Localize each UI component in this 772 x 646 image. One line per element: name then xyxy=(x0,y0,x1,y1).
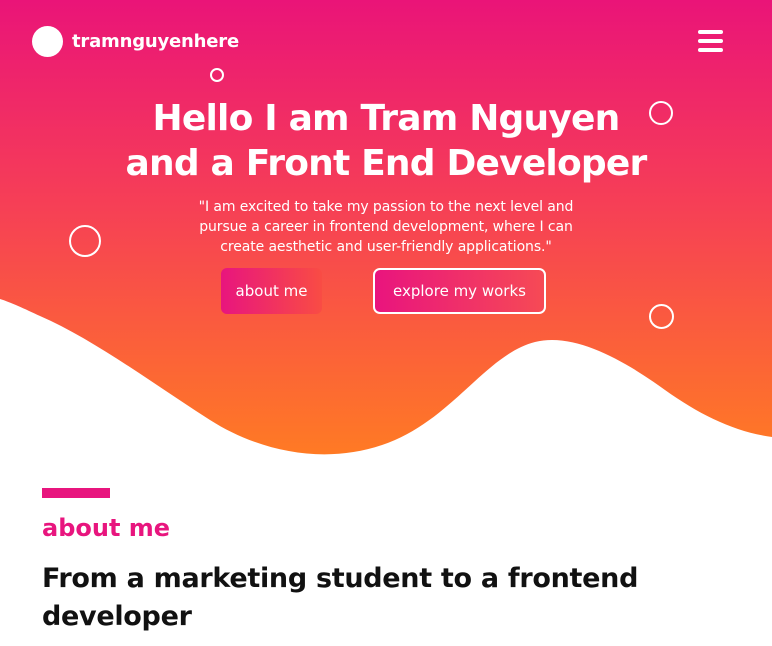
menu-line xyxy=(698,39,723,43)
logo-circle-icon xyxy=(32,26,63,57)
about-heading-line-2: developer xyxy=(42,601,192,632)
about-section-label: about me xyxy=(42,514,171,542)
hero-title-line-2: and a Front End Developer xyxy=(125,143,648,184)
logo-text: tramnguyenhere xyxy=(72,31,239,52)
about-section-heading: From a marketing student to a frontend d… xyxy=(42,560,742,636)
hero-title-line-1: Hello I am Tram Nguyen xyxy=(152,98,621,139)
section-accent-bar xyxy=(42,488,110,498)
menu-line xyxy=(698,30,723,34)
hero-quote-line-3: create aesthetic and user-friendly appli… xyxy=(220,239,552,255)
hero-title: Hello I am Tram Nguyen and a Front End D… xyxy=(0,96,772,186)
decorative-bubble-icon xyxy=(69,225,101,257)
decorative-bubble-icon xyxy=(210,68,224,82)
about-me-button[interactable]: about me xyxy=(221,268,322,314)
hero-quote-line-1: "I am excited to take my passion to the … xyxy=(198,199,574,215)
page: tramnguyenhere Hello I am Tram Nguyen an… xyxy=(0,0,772,646)
hero-quote-line-2: pursue a career in frontend development,… xyxy=(199,219,573,235)
explore-works-button[interactable]: explore my works xyxy=(373,268,546,314)
decorative-bubble-icon xyxy=(649,304,674,329)
site-logo[interactable]: tramnguyenhere xyxy=(32,26,239,57)
about-heading-line-1: From a marketing student to a frontend xyxy=(42,563,639,594)
menu-line xyxy=(698,48,723,52)
hamburger-menu-icon[interactable] xyxy=(696,28,726,55)
hero-quote: "I am excited to take my passion to the … xyxy=(150,197,622,257)
